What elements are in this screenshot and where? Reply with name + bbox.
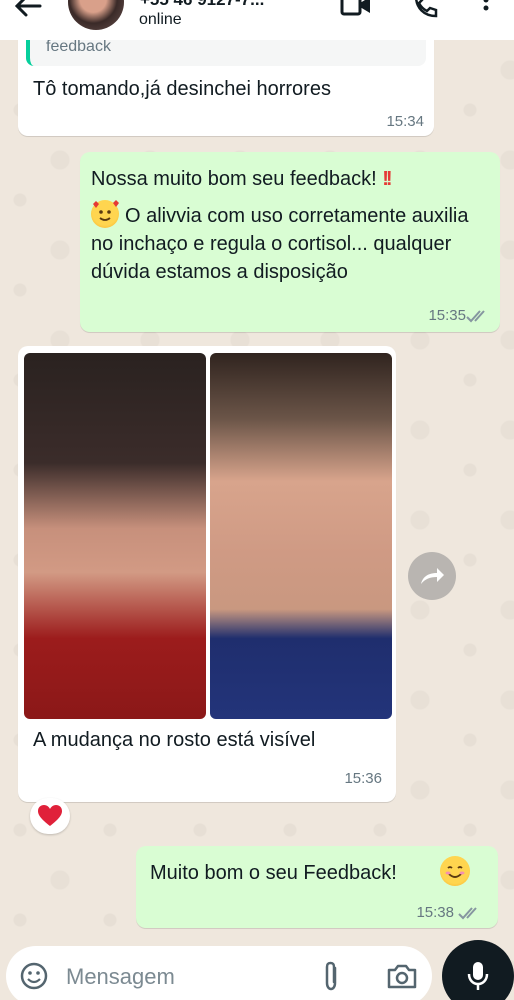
quoted-text: feedback xyxy=(46,38,111,55)
smiling-face-emoji xyxy=(440,856,470,886)
image-caption: A mudança no rosto está visível xyxy=(33,729,316,751)
message-body: O alivvia com uso corretamente auxilia n… xyxy=(91,205,469,283)
forward-button[interactable] xyxy=(408,552,456,600)
emoji-picker-icon[interactable] xyxy=(20,962,48,990)
photo-thumbnail[interactable] xyxy=(24,353,206,719)
heart-emoji xyxy=(38,805,62,826)
message-text: Tô tomando,já desinchei horrores xyxy=(33,78,331,100)
outgoing-message[interactable]: Muito bom o seu Feedback! 15:38 xyxy=(136,846,498,928)
back-arrow-icon[interactable] xyxy=(14,0,42,18)
quoted-message[interactable]: feedback xyxy=(26,36,426,66)
incoming-image-message[interactable]: A mudança no rosto está visível 15:36 xyxy=(18,346,396,802)
contact-name[interactable]: +55 46 9127-7... xyxy=(140,0,264,10)
message-reaction[interactable] xyxy=(30,798,70,834)
outgoing-message[interactable]: Nossa muito bom seu feedback! !! O alivv… xyxy=(80,152,500,332)
message-input[interactable] xyxy=(66,962,306,992)
forward-icon xyxy=(421,568,444,584)
microphone-icon xyxy=(467,962,489,990)
more-options-icon[interactable] xyxy=(480,0,492,18)
message-time: 15:36 xyxy=(344,770,382,787)
smiling-face-with-hearts-emoji xyxy=(91,200,119,228)
double-exclamation-emoji: !! xyxy=(382,168,392,190)
photo-thumbnail[interactable] xyxy=(210,353,392,719)
read-receipt-icon xyxy=(466,310,485,323)
video-call-icon[interactable] xyxy=(340,0,372,16)
message-time: 15:38 xyxy=(416,904,454,921)
contact-avatar[interactable] xyxy=(68,0,124,30)
voice-call-icon[interactable] xyxy=(412,0,438,18)
camera-icon[interactable] xyxy=(386,962,418,990)
message-time: 15:34 xyxy=(386,113,424,130)
message-line1: Nossa muito bom seu feedback! xyxy=(91,168,377,190)
contact-status: online xyxy=(139,11,182,28)
message-composer xyxy=(6,946,432,1000)
message-text-body: O alivvia com uso corretamente auxilia n… xyxy=(91,200,491,286)
attachment-clip-icon[interactable] xyxy=(320,960,342,992)
message-time: 15:35 xyxy=(428,307,466,324)
incoming-message[interactable]: feedback Tô tomando,já desinchei horrore… xyxy=(18,36,434,136)
message-text-line1: Nossa muito bom seu feedback! !! xyxy=(91,165,491,193)
chat-header: +55 46 9127-7... online xyxy=(0,0,514,40)
message-text: Muito bom o seu Feedback! xyxy=(150,862,397,884)
read-receipt-icon xyxy=(458,907,477,920)
